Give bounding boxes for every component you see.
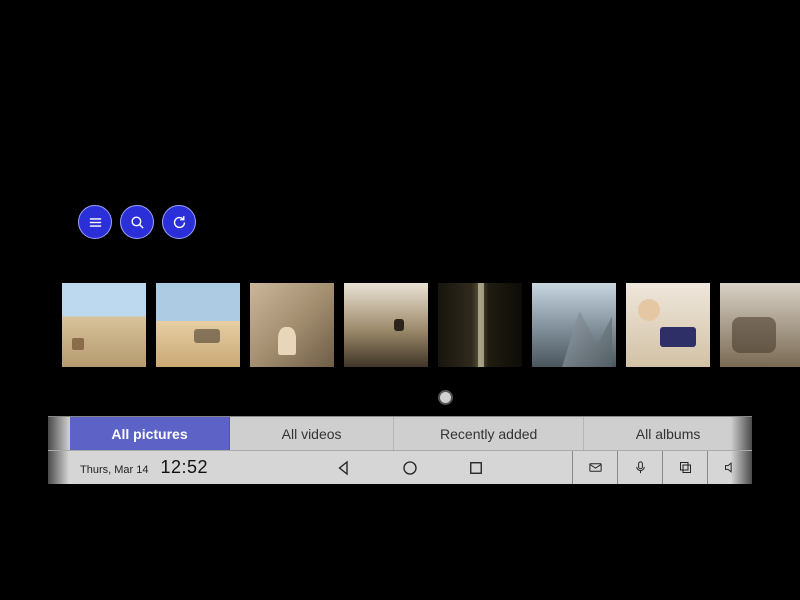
tab-all-pictures[interactable]: All pictures [70, 417, 230, 450]
refresh-icon [171, 214, 188, 231]
tab-label: All albums [636, 426, 701, 442]
back-icon [335, 459, 353, 477]
status-time: 12:52 [160, 457, 208, 478]
volume-button[interactable] [708, 451, 752, 484]
status-datetime: Thurs, Mar 14 12:52 [48, 457, 248, 478]
photo-cliff-edge[interactable] [344, 283, 428, 367]
tab-recently-added[interactable]: Recently added [394, 417, 584, 450]
back-button[interactable] [335, 459, 353, 477]
microphone-icon [633, 460, 648, 475]
mail-icon [588, 460, 603, 475]
photo-rock-sitting[interactable] [250, 283, 334, 367]
gallery-screen: All pictures All videos Recently added All … [0, 0, 800, 600]
search-icon [129, 214, 146, 231]
tab-all-videos[interactable]: All videos [230, 417, 394, 450]
photo-beach-canopy[interactable] [62, 283, 146, 367]
home-icon [401, 459, 419, 477]
tab-label: All pictures [111, 426, 187, 442]
photo-group[interactable] [720, 283, 800, 367]
tab-label: Recently added [440, 426, 537, 442]
home-button[interactable] [401, 459, 419, 477]
photo-beach-family[interactable] [156, 283, 240, 367]
fab-row [78, 205, 196, 239]
refresh-button[interactable] [162, 205, 196, 239]
category-tabbar: All pictures All videos Recently added All … [48, 416, 752, 450]
copy-icon [678, 460, 693, 475]
status-date: Thurs, Mar 14 [80, 464, 148, 476]
system-tray [572, 451, 752, 484]
photo-mountain[interactable] [532, 283, 616, 367]
recent-apps-icon [467, 459, 485, 477]
microphone-button[interactable] [618, 451, 663, 484]
menu-button[interactable] [78, 205, 112, 239]
thumbnail-strip[interactable] [62, 283, 800, 367]
photo-forest-sunlight[interactable] [438, 283, 522, 367]
tab-all-albums[interactable]: All albums [584, 417, 752, 450]
volume-icon [723, 460, 738, 475]
copy-button[interactable] [663, 451, 708, 484]
mail-button[interactable] [573, 451, 618, 484]
photo-kids-tablet[interactable] [626, 283, 710, 367]
page-indicator-dot[interactable] [438, 390, 453, 405]
search-button[interactable] [120, 205, 154, 239]
menu-icon [87, 214, 104, 231]
nav-button-row [248, 459, 572, 477]
tab-label: All videos [282, 426, 342, 442]
recent-apps-button[interactable] [467, 459, 485, 477]
system-statusbar: Thurs, Mar 14 12:52 [48, 450, 752, 484]
